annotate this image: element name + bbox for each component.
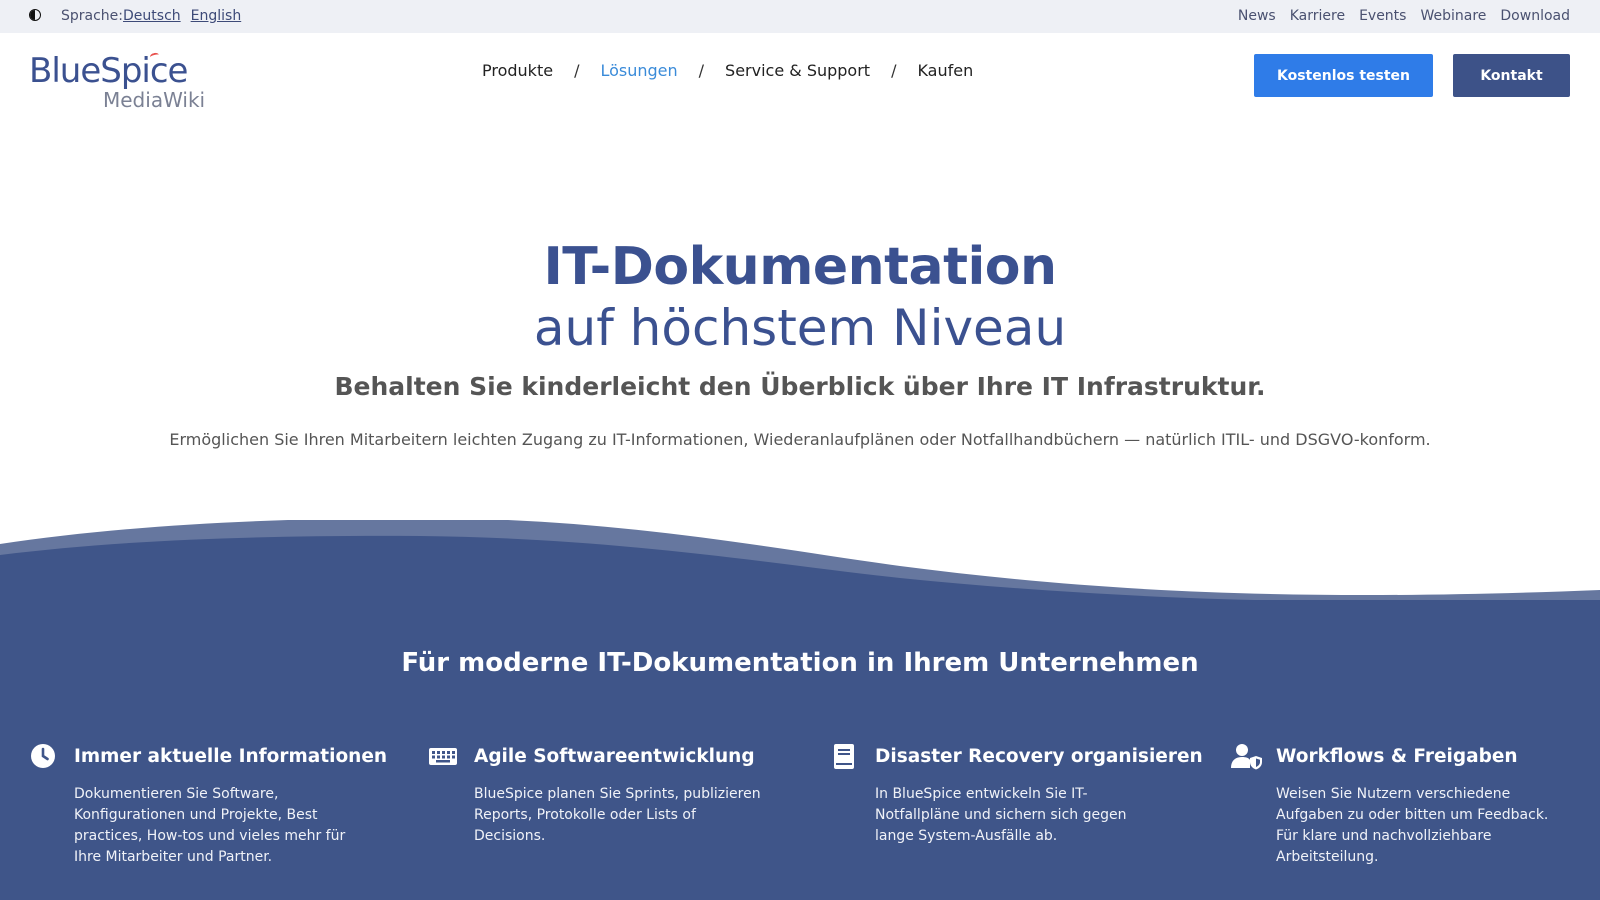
- book-icon: [834, 744, 854, 769]
- top-links: News Karriere Events Webinare Download: [1238, 8, 1570, 24]
- language-link-deutsch[interactable]: Deutsch: [123, 8, 181, 24]
- hero-title: IT-Dokumentation: [543, 237, 1057, 297]
- nav-item-loesungen[interactable]: Lösungen: [600, 61, 677, 80]
- hero-description: Ermöglichen Sie Ihren Mitarbeitern leich…: [169, 430, 1431, 449]
- feature-description: Weisen Sie Nutzern verschiedene Aufgaben…: [1276, 786, 1549, 865]
- nav-separator: /: [891, 61, 897, 80]
- feature-description: In BlueSpice entwickeln Sie IT-Notfallpl…: [875, 786, 1127, 844]
- nav-item-service-support[interactable]: Service & Support: [725, 61, 870, 80]
- user-shield-icon: [1231, 744, 1262, 770]
- top-link-news[interactable]: News: [1238, 8, 1276, 24]
- feature-description: BlueSpice planen Sie Sprints, publiziere…: [474, 786, 761, 844]
- free-trial-button[interactable]: Kostenlos testen: [1254, 54, 1433, 97]
- feature-title: Workflows & Freigaben: [1276, 746, 1518, 767]
- top-link-webinare[interactable]: Webinare: [1420, 8, 1486, 24]
- nav-separator: /: [698, 61, 705, 80]
- logo-subline: MediaWiki: [103, 88, 206, 112]
- logo-wordmark: BlueSpice: [29, 51, 188, 91]
- top-utility-bar: Sprache:Deutsch English News Karriere Eve…: [0, 0, 1600, 33]
- language-link-english[interactable]: English: [191, 8, 242, 24]
- clock-icon: [31, 744, 55, 768]
- features-section-title: Für moderne IT-Dokumentation in Ihrem Un…: [401, 648, 1199, 678]
- language-switcher: Sprache:Deutsch English: [61, 8, 241, 24]
- feature-title: Immer aktuelle Informationen: [74, 746, 388, 767]
- nav-separator: /: [574, 61, 580, 80]
- top-link-events[interactable]: Events: [1359, 8, 1406, 24]
- keyboard-icon: [429, 748, 457, 765]
- feature-description: Dokumentieren Sie Software, Konfiguratio…: [74, 786, 346, 865]
- nav-item-kaufen[interactable]: Kaufen: [917, 61, 973, 80]
- hero-subtitle: auf höchstem Niveau: [533, 299, 1067, 357]
- site-header: BlueSpice MediaWiki Produkte / Lösungen …: [0, 33, 1600, 123]
- feature-title: Disaster Recovery organisieren: [875, 746, 1203, 767]
- hero-tagline: Behalten Sie kinderleicht den Überblick …: [334, 372, 1266, 401]
- nav-item-produkte[interactable]: Produkte: [482, 61, 553, 80]
- language-label: Sprache:: [61, 8, 124, 24]
- bluespice-logo[interactable]: BlueSpice MediaWiki: [29, 51, 206, 112]
- top-link-karriere[interactable]: Karriere: [1290, 8, 1345, 24]
- features-section: Für moderne IT-Dokumentation in Ihrem Un…: [0, 600, 1600, 900]
- hero-section: IT-Dokumentation auf höchstem Niveau Beh…: [0, 235, 1600, 451]
- contrast-toggle-icon[interactable]: [29, 9, 41, 21]
- top-link-download[interactable]: Download: [1500, 8, 1570, 24]
- feature-title: Agile Softwareentwicklung: [474, 746, 755, 767]
- contact-button[interactable]: Kontakt: [1453, 54, 1570, 97]
- main-navigation: Produkte / Lösungen / Service & Support …: [482, 61, 973, 80]
